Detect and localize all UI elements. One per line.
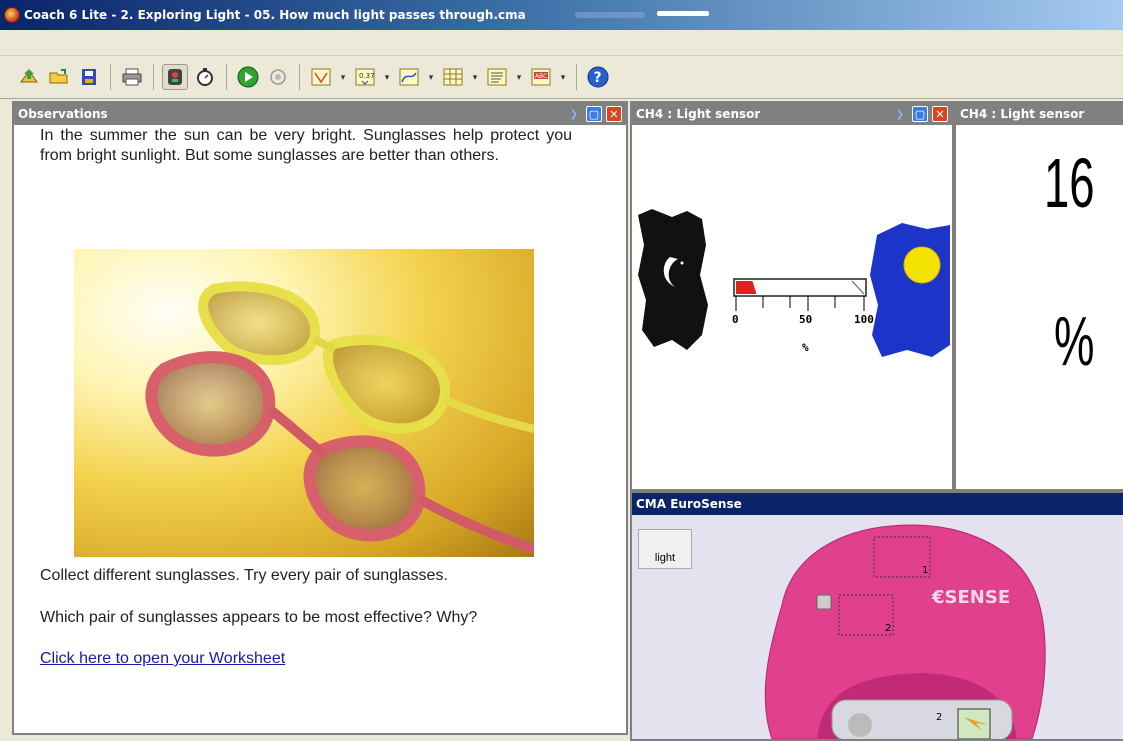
help-icon[interactable]: ? — [585, 64, 611, 90]
device-brand: €SENSE — [931, 587, 1010, 608]
worksheet-link[interactable]: Click here to open your Worksheet — [40, 650, 285, 668]
digital-display-panel: CH4 : Light sensor ❯ 16 % — [954, 101, 1123, 491]
table-dropdown-icon[interactable]: ▾ — [470, 72, 480, 83]
scale-label-100: 100 — [854, 313, 874, 326]
eurosense-panel: CMA EuroSense ❯ light €SENSE 1 2 2 — [630, 491, 1123, 741]
eurosense-title: CMA EuroSense — [636, 497, 742, 511]
instruction-paragraph: Collect different sunglasses. Try every … — [40, 567, 448, 584]
open-result-icon[interactable] — [46, 64, 72, 90]
graph-icon[interactable] — [396, 64, 422, 90]
svg-text:?: ? — [594, 70, 602, 86]
menu-bar — [0, 30, 1123, 56]
light-level-bar — [733, 278, 867, 297]
toolbar-separator — [110, 64, 111, 90]
light-meter-panel: CH4 : Light sensor ❯ ▢ ✕ 0 50 100 % — [630, 101, 954, 491]
meter-dropdown-icon[interactable]: ▾ — [338, 72, 348, 83]
value-display-icon[interactable]: 0.37 — [352, 64, 378, 90]
stopwatch-icon[interactable] — [192, 64, 218, 90]
toolbar-separator — [576, 64, 577, 90]
sensor-unit: % — [1054, 302, 1095, 380]
observations-header: Observations ❯ ▢ ✕ — [14, 103, 626, 125]
toolbar-separator — [299, 64, 300, 90]
observations-title: Observations — [18, 107, 108, 121]
open-activity-icon[interactable] — [16, 64, 42, 90]
port-2-label: 2 — [885, 623, 891, 634]
question-paragraph: Which pair of sunglasses appears to be m… — [40, 609, 478, 626]
intro-paragraph: In the summer the sun can be very bright… — [40, 127, 572, 164]
chevron-down-icon[interactable]: ❯ — [566, 106, 582, 122]
digital-display-title: CH4 : Light sensor — [960, 107, 1085, 121]
scale-label-0: 0 — [732, 313, 739, 326]
light-scale-ticks — [735, 296, 865, 311]
sunglasses-photo — [74, 249, 534, 557]
port-1-label: 1 — [922, 565, 928, 576]
light-meter-graphic: 0 50 100 % — [638, 209, 950, 357]
moon-night-icon — [638, 209, 708, 350]
light-meter-title: CH4 : Light sensor — [636, 107, 761, 121]
sun-day-icon — [870, 223, 950, 357]
text-dropdown-icon[interactable]: ▾ — [514, 72, 524, 83]
title-bar-decoration — [575, 12, 645, 18]
abc-dropdown-icon[interactable]: ▾ — [558, 72, 568, 83]
abc-icon[interactable]: ABC — [528, 64, 554, 90]
meter-icon[interactable] — [308, 64, 334, 90]
sensor-icon[interactable] — [162, 64, 188, 90]
save-icon[interactable] — [76, 64, 102, 90]
value-display-dropdown-icon[interactable]: ▾ — [382, 72, 392, 83]
text-icon[interactable] — [484, 64, 510, 90]
window-title-bar: Coach 6 Lite - 2. Exploring Light - 05. … — [0, 0, 1123, 30]
toolbar-separator — [226, 64, 227, 90]
graph-dropdown-icon[interactable]: ▾ — [426, 72, 436, 83]
toolbar-separator — [153, 64, 154, 90]
stop-icon[interactable] — [265, 64, 291, 90]
title-bar-highlight — [657, 11, 709, 16]
chevron-down-icon[interactable]: ❯ — [892, 106, 908, 122]
close-icon[interactable]: ✕ — [932, 106, 948, 122]
svg-text:0.37: 0.37 — [359, 72, 375, 80]
start-icon[interactable] — [235, 64, 261, 90]
svg-text:ABC: ABC — [535, 73, 547, 80]
print-icon[interactable] — [119, 64, 145, 90]
scale-label-50: 50 — [799, 313, 812, 326]
port-3-label: 2 — [936, 712, 942, 723]
sensor-value: 16 — [1044, 144, 1095, 222]
close-icon[interactable]: ✕ — [606, 106, 622, 122]
digital-display-header: CH4 : Light sensor ❯ — [956, 103, 1123, 125]
light-meter-header: CH4 : Light sensor ❯ ▢ ✕ — [632, 103, 952, 125]
maximize-icon[interactable]: ▢ — [912, 106, 928, 122]
scale-unit-label: % — [802, 341, 809, 354]
table-icon[interactable] — [440, 64, 466, 90]
main-toolbar: ▾ 0.37 ▾ ▾ ▾ ▾ ABC ▾ ? — [0, 56, 1123, 99]
eurosense-header: CMA EuroSense ❯ — [632, 493, 1123, 515]
window-title: Coach 6 Lite - 2. Exploring Light - 05. … — [24, 8, 526, 22]
observations-panel: Observations ❯ ▢ ✕ In the summer the sun… — [12, 101, 628, 735]
speaker-icon — [816, 594, 832, 610]
eurosense-device-graphic: €SENSE 1 2 2 — [764, 524, 1046, 739]
app-icon — [4, 7, 20, 23]
maximize-icon[interactable]: ▢ — [586, 106, 602, 122]
